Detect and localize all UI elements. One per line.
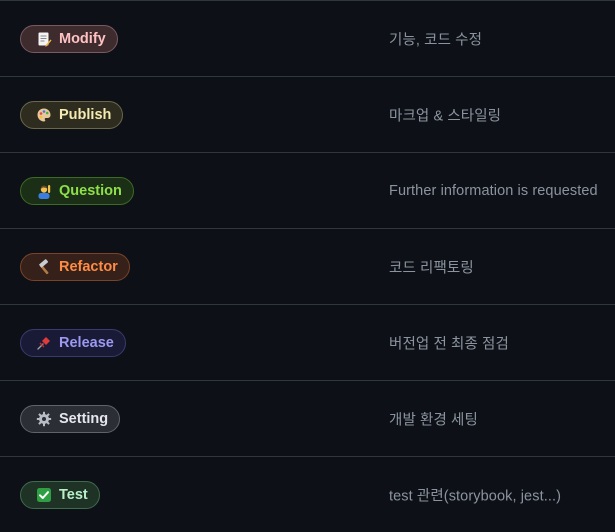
memo-icon <box>36 31 52 47</box>
label-description: 코드 리팩토링 <box>389 260 474 276</box>
label-description: 개발 환경 세팅 <box>389 412 478 428</box>
label-name: Setting <box>59 410 109 427</box>
label-row-release: Release 버전업 전 최종 점검 <box>0 304 615 380</box>
label-row-question: Question Further information is requeste… <box>0 152 615 228</box>
label-badge-release[interactable]: Release <box>20 328 126 357</box>
check-mark-button-icon <box>36 487 52 503</box>
label-row-modify: Modify 기능, 코드 수정 <box>0 0 615 76</box>
label-badge-test[interactable]: Test <box>20 480 100 509</box>
label-row-test: Test test 관련(storybook, jest...) <box>0 456 615 532</box>
pushpin-icon <box>36 335 52 351</box>
label-name: Refactor <box>59 258 118 275</box>
hammer-icon <box>36 258 52 275</box>
label-badge-publish[interactable]: Publish <box>20 100 124 129</box>
label-name: Test <box>59 486 88 503</box>
label-description: test 관련(storybook, jest...) <box>389 488 562 504</box>
label-row-publish: Publish 마크업 & 스타일링 <box>0 76 615 152</box>
label-badge-question[interactable]: Question <box>20 176 134 205</box>
label-row-refactor: Refactor 코드 리팩토링 <box>0 228 615 304</box>
label-description: 기능, 코드 수정 <box>389 32 483 48</box>
label-description: Further information is requested <box>389 182 598 199</box>
label-name: Modify <box>59 30 106 47</box>
label-description: 마크업 & 스타일링 <box>389 108 502 124</box>
label-name: Publish <box>59 106 112 123</box>
gear-icon <box>36 411 52 427</box>
label-row-setting: Setting 개발 환경 세팅 <box>0 380 615 456</box>
label-description: 버전업 전 최종 점검 <box>389 336 509 352</box>
label-badge-refactor[interactable]: Refactor <box>20 252 130 281</box>
label-name: Question <box>59 182 122 199</box>
person-raising-hand-icon <box>36 183 52 199</box>
label-name: Release <box>59 334 114 351</box>
label-badge-modify[interactable]: Modify <box>20 24 118 53</box>
artist-palette-icon <box>36 107 52 123</box>
label-badge-setting[interactable]: Setting <box>20 404 121 433</box>
label-list: Modify 기능, 코드 수정 Publish 마크업 & 스타일링 Ques… <box>0 0 615 529</box>
